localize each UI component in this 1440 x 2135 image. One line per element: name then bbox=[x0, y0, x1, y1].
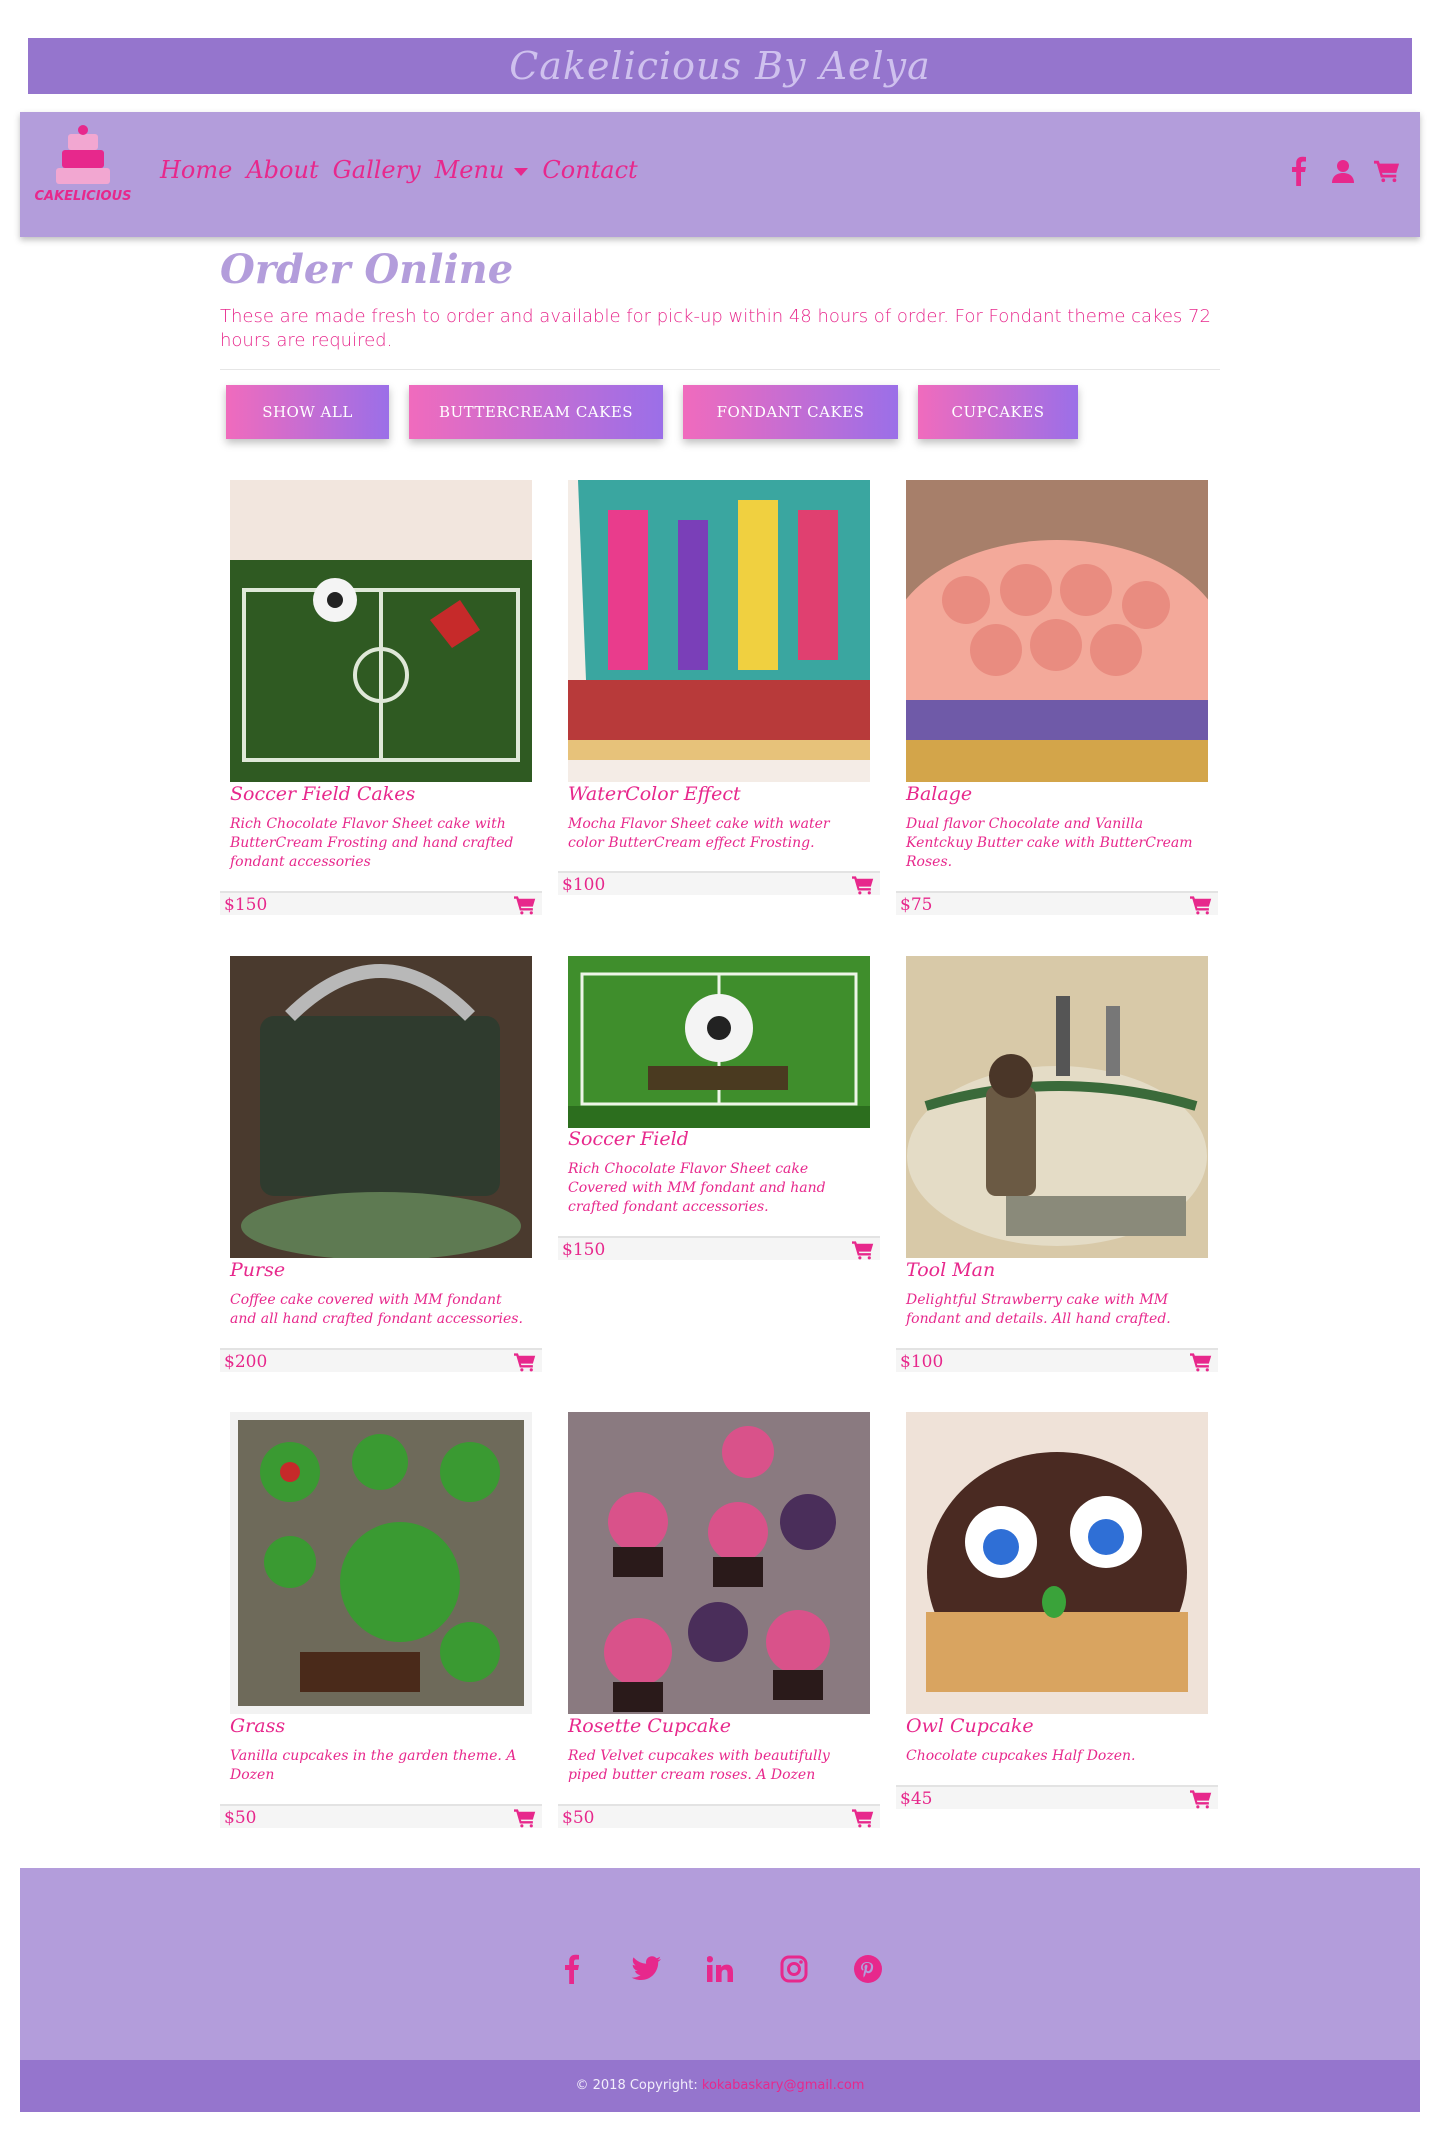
nav-menu-dropdown[interactable]: Menu bbox=[435, 156, 529, 184]
add-to-cart-icon[interactable] bbox=[1190, 1352, 1212, 1372]
add-to-cart-icon[interactable] bbox=[852, 1808, 874, 1828]
product-price: $150 bbox=[562, 1240, 606, 1260]
product-description: Red Velvet cupcakes with beautifully pip… bbox=[568, 1748, 830, 1783]
product-name[interactable]: Grass bbox=[230, 1715, 285, 1737]
product-price: $100 bbox=[900, 1352, 944, 1372]
social-links bbox=[20, 1952, 1420, 1986]
facebook-icon[interactable] bbox=[1286, 156, 1312, 186]
product-footer: $75 bbox=[896, 891, 1218, 915]
navbar: CAKELICIOUS Home About Gallery Menu Cont… bbox=[20, 112, 1420, 237]
product-description: Mocha Flavor Sheet cake with water color… bbox=[568, 816, 830, 851]
footer: © 2018 Copyright: kokabaskary@gmail.com bbox=[20, 1868, 1420, 2112]
product-price: $50 bbox=[224, 1808, 257, 1828]
filter-buttercream-button[interactable]: BUTTERCREAM CAKES bbox=[409, 385, 663, 439]
add-to-cart-icon[interactable] bbox=[1190, 895, 1212, 915]
nav-menu-label: Menu bbox=[434, 156, 505, 184]
product-image[interactable] bbox=[568, 956, 870, 1128]
nav-icons bbox=[1286, 156, 1400, 186]
product-footer: $50 bbox=[558, 1804, 880, 1828]
filter-show-all-button[interactable]: SHOW ALL bbox=[226, 385, 389, 439]
twitter-icon[interactable] bbox=[629, 1952, 663, 1986]
facebook-icon[interactable] bbox=[555, 1952, 589, 1986]
divider bbox=[220, 369, 1220, 370]
add-to-cart-icon[interactable] bbox=[514, 1352, 536, 1372]
product-description: Dual flavor Chocolate and Vanilla Kentck… bbox=[906, 816, 1193, 870]
product-price: $150 bbox=[224, 895, 268, 915]
user-icon[interactable] bbox=[1330, 156, 1356, 186]
product-image[interactable] bbox=[230, 1412, 532, 1714]
product-footer: $150 bbox=[220, 891, 542, 915]
product-name[interactable]: Soccer Field Cakes bbox=[230, 783, 415, 805]
chevron-down-icon bbox=[514, 167, 529, 176]
pinterest-icon[interactable] bbox=[851, 1952, 885, 1986]
logo-text: CAKELICIOUS bbox=[34, 189, 131, 204]
product-footer: $45 bbox=[896, 1785, 1218, 1809]
product-name[interactable]: Tool Man bbox=[906, 1259, 995, 1281]
product-description: Vanilla cupcakes in the garden theme. A … bbox=[230, 1748, 517, 1783]
product-price: $50 bbox=[562, 1808, 595, 1828]
logo[interactable]: CAKELICIOUS bbox=[34, 124, 132, 224]
nav-links: Home About Gallery Menu Contact bbox=[160, 156, 638, 184]
product-description: Delightful Strawberry cake with MM fonda… bbox=[906, 1292, 1171, 1327]
product-image[interactable] bbox=[906, 1412, 1208, 1714]
product-name[interactable]: Balage bbox=[906, 783, 972, 805]
product-description: Coffee cake covered with MM fondant and … bbox=[230, 1292, 523, 1327]
filter-fondant-button[interactable]: FONDANT CAKES bbox=[683, 385, 898, 439]
product-price: $100 bbox=[562, 875, 606, 895]
product-footer: $50 bbox=[220, 1804, 542, 1828]
instagram-icon[interactable] bbox=[777, 1952, 811, 1986]
product-description: Chocolate cupcakes Half Dozen. bbox=[906, 1748, 1136, 1764]
product-name[interactable]: Soccer Field bbox=[568, 1128, 689, 1150]
product-description: Rich Chocolate Flavor Sheet cake Covered… bbox=[568, 1161, 826, 1215]
copyright-text: © 2018 Copyright: bbox=[575, 2078, 698, 2093]
product-price: $45 bbox=[900, 1789, 933, 1809]
product-footer: $200 bbox=[220, 1348, 542, 1372]
add-to-cart-icon[interactable] bbox=[514, 895, 536, 915]
page-title: Order Online bbox=[220, 246, 514, 293]
filter-buttons: SHOW ALL BUTTERCREAM CAKES FONDANT CAKES… bbox=[226, 385, 1078, 439]
product-image[interactable] bbox=[906, 956, 1208, 1258]
product-price: $200 bbox=[224, 1352, 268, 1372]
product-footer: $100 bbox=[558, 871, 880, 895]
filter-cupcakes-button[interactable]: CUPCAKES bbox=[918, 385, 1078, 439]
product-image[interactable] bbox=[568, 480, 870, 782]
nav-about[interactable]: About bbox=[246, 156, 318, 184]
product-price: $75 bbox=[900, 895, 933, 915]
product-image[interactable] bbox=[230, 480, 532, 782]
intro-text: These are made fresh to order and availa… bbox=[220, 306, 1211, 351]
product-name[interactable]: Owl Cupcake bbox=[906, 1715, 1034, 1737]
product-image[interactable] bbox=[568, 1412, 870, 1714]
email-link[interactable]: kokabaskary@gmail.com bbox=[702, 2078, 865, 2093]
product-name[interactable]: Rosette Cupcake bbox=[568, 1715, 731, 1737]
banner-title: Cakelicious By Aelya bbox=[509, 44, 931, 88]
main-content: Order Online These are made fresh to ord… bbox=[220, 240, 1220, 370]
product-image[interactable] bbox=[230, 956, 532, 1258]
nav-home[interactable]: Home bbox=[160, 156, 232, 184]
cart-icon[interactable] bbox=[1374, 156, 1400, 186]
add-to-cart-icon[interactable] bbox=[514, 1808, 536, 1828]
nav-contact[interactable]: Contact bbox=[542, 156, 637, 184]
add-to-cart-icon[interactable] bbox=[1190, 1789, 1212, 1809]
add-to-cart-icon[interactable] bbox=[852, 1240, 874, 1260]
product-footer: $150 bbox=[558, 1236, 880, 1260]
linkedin-icon[interactable] bbox=[703, 1952, 737, 1986]
nav-gallery[interactable]: Gallery bbox=[333, 156, 421, 184]
product-description: Rich Chocolate Flavor Sheet cake with Bu… bbox=[230, 816, 514, 870]
product-name[interactable]: Purse bbox=[230, 1259, 285, 1281]
product-footer: $100 bbox=[896, 1348, 1218, 1372]
site-banner: Cakelicious By Aelya bbox=[28, 38, 1412, 94]
product-name[interactable]: WaterColor Effect bbox=[568, 783, 741, 805]
add-to-cart-icon[interactable] bbox=[852, 875, 874, 895]
product-image[interactable] bbox=[906, 480, 1208, 782]
copyright-bar: © 2018 Copyright: kokabaskary@gmail.com bbox=[20, 2060, 1420, 2112]
